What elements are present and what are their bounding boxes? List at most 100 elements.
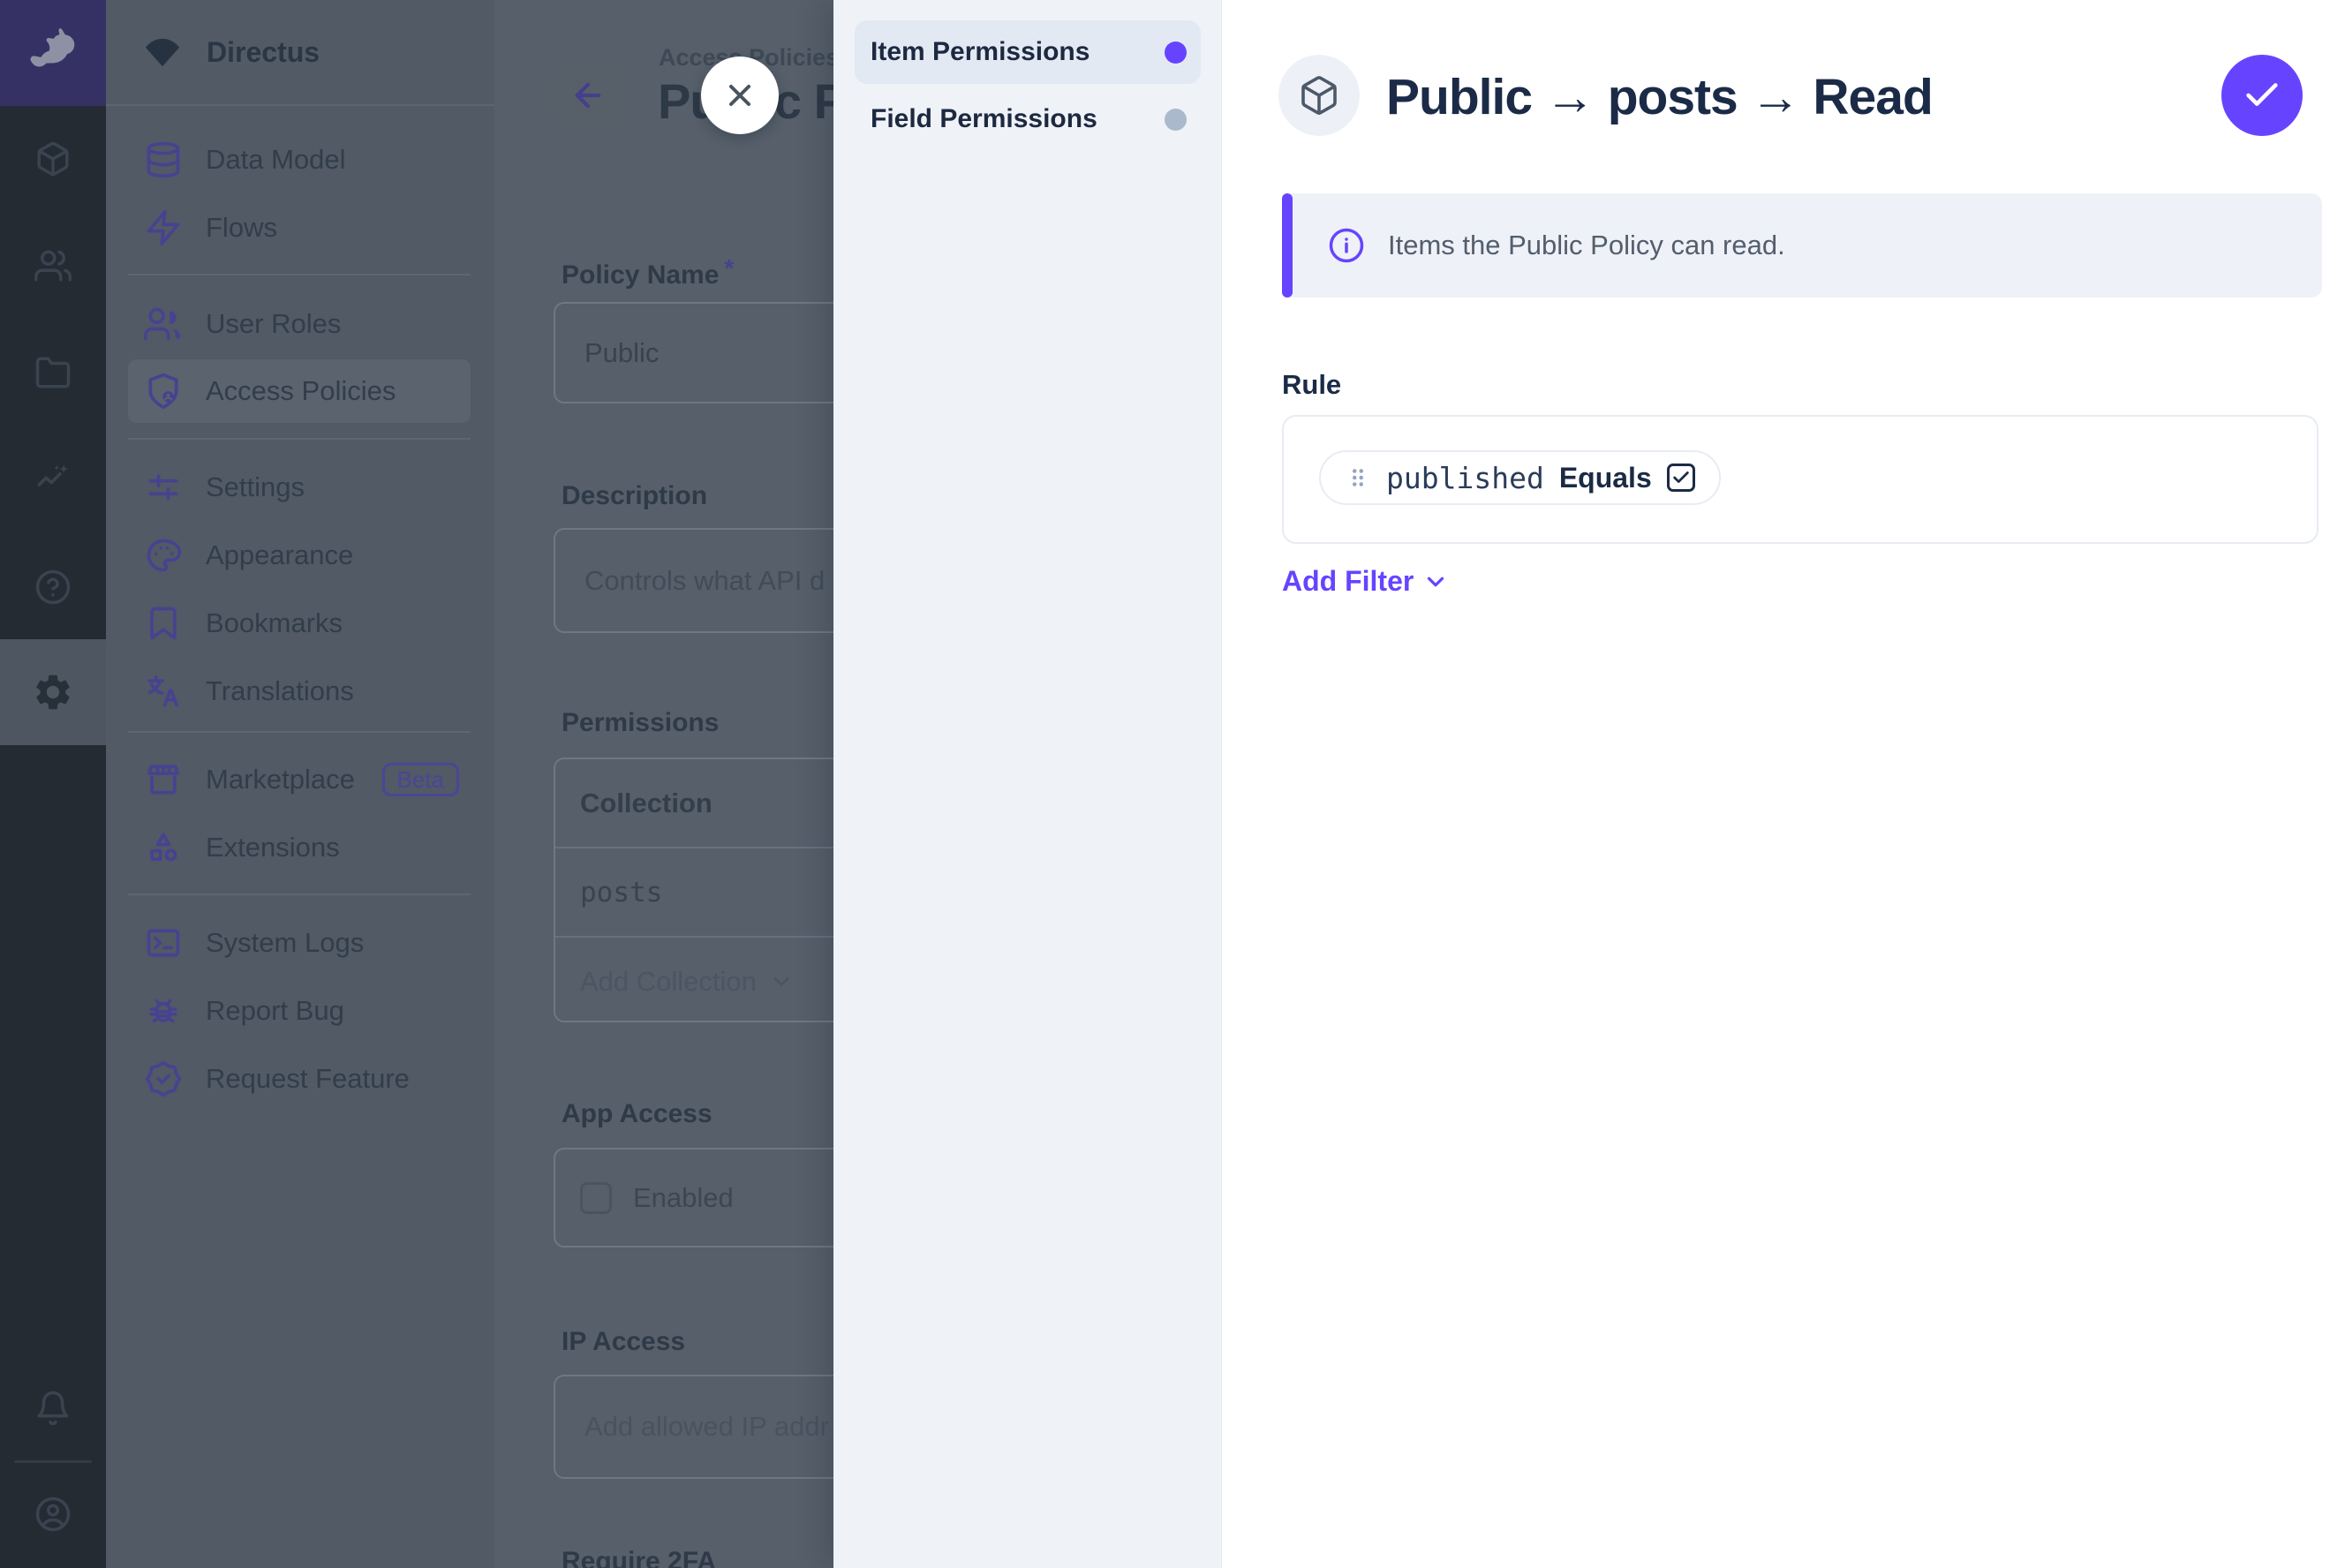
description-input[interactable]: Controls what API d bbox=[554, 528, 833, 633]
permissions-drawer: Item Permissions Field Permissions Publi… bbox=[833, 0, 2345, 1568]
permissions-table: Collection posts Add Collection bbox=[554, 758, 833, 1022]
sidebar-item-flows[interactable]: Flows bbox=[106, 194, 494, 261]
close-icon bbox=[722, 78, 758, 113]
drawer-header-avatar bbox=[1278, 55, 1360, 136]
sidebar-item-label: Data Model bbox=[206, 144, 346, 176]
tune-icon bbox=[144, 468, 183, 507]
module-bar bbox=[0, 0, 106, 1568]
module-content[interactable] bbox=[0, 125, 106, 192]
sidebar-divider bbox=[128, 893, 471, 895]
sidebar-item-label: System Logs bbox=[206, 927, 364, 959]
add-collection-button[interactable]: Add Collection bbox=[555, 938, 833, 1025]
terminal-icon bbox=[144, 923, 183, 962]
sidebar-item-access-policies[interactable]: Access Policies bbox=[128, 359, 471, 423]
sidebar-item-label: Access Policies bbox=[206, 375, 396, 407]
user-roles-icon bbox=[144, 305, 183, 343]
project-cloud-icon bbox=[139, 29, 185, 75]
rule-card: published Equals bbox=[1282, 415, 2319, 544]
sidebar-item-request-feature[interactable]: Request Feature bbox=[106, 1045, 494, 1112]
sidebar-item-translations[interactable]: Translations bbox=[106, 658, 494, 725]
drawer-close-button[interactable] bbox=[701, 57, 779, 134]
user-menu-button[interactable] bbox=[0, 1481, 106, 1548]
check-icon bbox=[1671, 468, 1691, 487]
rule-section-label: Rule bbox=[1282, 369, 1341, 401]
tab-label: Field Permissions bbox=[871, 104, 1097, 134]
sidebar-item-user-roles[interactable]: User Roles bbox=[106, 290, 494, 358]
drawer-title: Public → posts → Read bbox=[1386, 71, 1933, 124]
drawer-nav: Item Permissions Field Permissions bbox=[833, 0, 1222, 1568]
require-2fa-label: Require 2FA bbox=[562, 1547, 716, 1568]
module-bar-divider bbox=[14, 1460, 92, 1463]
sidebar-item-data-model[interactable]: Data Model bbox=[106, 126, 494, 193]
save-button[interactable] bbox=[2221, 55, 2303, 136]
active-dot-indicator bbox=[1165, 41, 1187, 64]
directus-rabbit-icon bbox=[23, 23, 83, 83]
sidebar-item-label: Report Bug bbox=[206, 995, 344, 1027]
chevron-down-icon bbox=[769, 969, 794, 994]
tab-item-permissions[interactable]: Item Permissions bbox=[855, 20, 1201, 84]
drawer-main: Public → posts → Read Items the Public P… bbox=[1222, 0, 2345, 1568]
palette-icon bbox=[144, 536, 183, 575]
project-header[interactable]: Directus bbox=[106, 0, 494, 106]
sidebar-item-extensions[interactable]: Extensions bbox=[106, 814, 494, 881]
shield-user-icon bbox=[144, 372, 183, 411]
enabled-checkbox-label: Enabled bbox=[633, 1182, 734, 1214]
shapes-icon bbox=[144, 828, 183, 867]
filter-value-checkbox[interactable] bbox=[1667, 464, 1695, 492]
policy-name-input[interactable]: Public bbox=[554, 302, 833, 403]
collection-row-posts[interactable]: posts bbox=[555, 848, 833, 936]
tab-label: Item Permissions bbox=[871, 37, 1090, 67]
required-mark: * bbox=[724, 254, 734, 282]
app-access-label: App Access bbox=[562, 1099, 713, 1129]
sidebar-item-settings[interactable]: Settings bbox=[106, 454, 494, 521]
info-icon bbox=[1328, 227, 1365, 264]
directus-logo-button[interactable] bbox=[0, 0, 106, 106]
filter-operator[interactable]: Equals bbox=[1559, 462, 1652, 494]
collection-column-header: Collection bbox=[555, 759, 833, 847]
check-icon bbox=[2242, 75, 2282, 116]
sidebar-item-label: Request Feature bbox=[206, 1063, 410, 1095]
sidebar-item-report-bug[interactable]: Report Bug bbox=[106, 977, 494, 1044]
notifications-button[interactable] bbox=[0, 1375, 106, 1442]
module-insights[interactable] bbox=[0, 446, 106, 513]
module-files[interactable] bbox=[0, 339, 106, 406]
filter-rule-chip[interactable]: published Equals bbox=[1319, 450, 1721, 505]
banner-accent-bar bbox=[1282, 193, 1293, 298]
sidebar-item-label: Bookmarks bbox=[206, 607, 343, 639]
bookmark-icon bbox=[144, 604, 183, 643]
sidebar-item-system-logs[interactable]: System Logs bbox=[106, 909, 494, 976]
project-name: Directus bbox=[207, 36, 320, 69]
insights-icon bbox=[34, 461, 72, 498]
sidebar-item-marketplace[interactable]: Marketplace Beta bbox=[106, 746, 494, 813]
sidebar-item-label: Extensions bbox=[206, 832, 340, 863]
ip-access-input[interactable]: Add allowed IP addr bbox=[554, 1375, 833, 1479]
badge-check-icon bbox=[144, 1059, 183, 1098]
navigation-sidebar: Directus Data Model Flows User Roles Acc… bbox=[106, 0, 494, 1568]
bell-icon bbox=[34, 1390, 72, 1427]
enabled-checkbox[interactable] bbox=[580, 1182, 612, 1214]
add-filter-button[interactable]: Add Filter bbox=[1282, 565, 1449, 598]
module-settings[interactable] bbox=[0, 639, 106, 745]
policy-detail-page: Access Policies Public Policy Policy Nam… bbox=[494, 0, 833, 1568]
app-root: Directus Data Model Flows User Roles Acc… bbox=[0, 0, 2345, 1568]
database-icon bbox=[144, 140, 183, 179]
back-button[interactable] bbox=[549, 57, 627, 134]
module-help[interactable] bbox=[0, 554, 106, 621]
storefront-icon bbox=[144, 760, 183, 799]
module-users[interactable] bbox=[0, 232, 106, 299]
bug-icon bbox=[144, 991, 183, 1030]
drag-handle-icon[interactable] bbox=[1345, 464, 1371, 491]
sidebar-item-label: Appearance bbox=[206, 539, 353, 571]
sidebar-item-bookmarks[interactable]: Bookmarks bbox=[106, 590, 494, 657]
tab-field-permissions[interactable]: Field Permissions bbox=[855, 84, 1201, 155]
filter-field[interactable]: published bbox=[1386, 461, 1544, 495]
description-label: Description bbox=[562, 481, 707, 511]
sidebar-item-label: User Roles bbox=[206, 308, 341, 340]
sidebar-item-label: Marketplace bbox=[206, 764, 355, 795]
bolt-icon bbox=[144, 208, 183, 247]
box-icon bbox=[34, 140, 72, 177]
sidebar-item-appearance[interactable]: Appearance bbox=[106, 522, 494, 589]
sidebar-item-label: Flows bbox=[206, 212, 277, 244]
account-circle-icon bbox=[34, 1496, 72, 1533]
app-access-field: Enabled bbox=[554, 1148, 833, 1248]
